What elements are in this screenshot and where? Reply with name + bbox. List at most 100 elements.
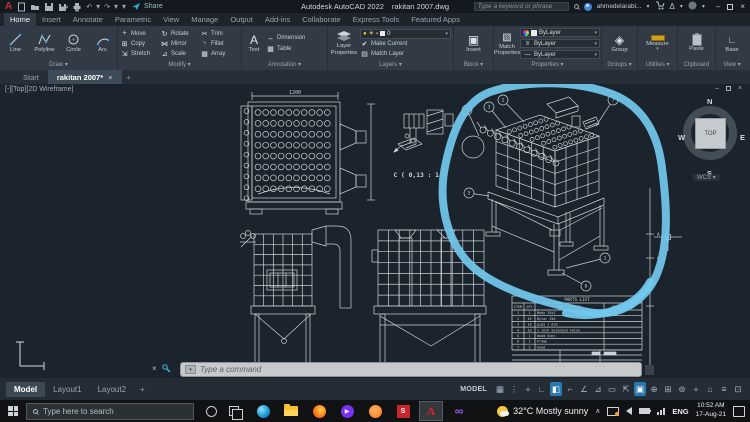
new-file-icon[interactable] <box>17 2 26 12</box>
user-dropdown-icon[interactable]: ▾ <box>646 3 649 10</box>
status-toggle-10[interactable]: ▣ <box>634 382 646 396</box>
viewport-controls-label[interactable]: [-][Top][2D Wireframe] <box>5 86 73 93</box>
taskbar-app-visual-studio[interactable]: ∞ <box>447 401 471 421</box>
status-toggle-4[interactable]: ◧ <box>550 382 562 396</box>
panel-label-block[interactable]: Block ▾ <box>454 61 493 70</box>
layer-select[interactable]: ● ☀ ▪ 0 ▾ <box>360 28 451 39</box>
doc-minimize-icon[interactable]: – <box>715 85 719 92</box>
ribbon-tab-manage[interactable]: Manage <box>185 13 224 26</box>
status-toggle-9[interactable]: ⇱ <box>620 382 632 396</box>
customize-wrench-icon[interactable] <box>161 364 171 373</box>
status-toggle-11[interactable]: ⊕ <box>648 382 660 396</box>
panel-label-utilities[interactable]: Utilities ▾ <box>638 61 677 70</box>
paste-tool[interactable]: Paste <box>682 33 712 52</box>
tab-model[interactable]: Model <box>6 381 46 397</box>
taskbar-app-explorer[interactable] <box>279 401 303 421</box>
taskbar-app-store[interactable]: S <box>391 401 415 421</box>
redo-icon[interactable]: ↷ <box>104 3 110 11</box>
action-center-icon[interactable] <box>733 405 745 417</box>
taskbar-search-input[interactable]: Type here to search <box>26 402 194 420</box>
tab-layout1[interactable]: Layout1 <box>45 382 89 397</box>
qat-customize-icon[interactable]: ▾ <box>122 2 126 11</box>
copy-tool[interactable]: ⊞ Copy <box>120 39 160 49</box>
user-name[interactable]: ahmedelarabi... <box>597 3 642 10</box>
ribbon-tab-featured-apps[interactable]: Featured Apps <box>405 13 466 26</box>
compass-east[interactable]: E <box>740 133 745 142</box>
account-dropdown-icon[interactable]: ▾ <box>680 3 683 10</box>
measure-tool[interactable]: Measure ▾ <box>641 34 675 53</box>
status-toggle-15[interactable]: ⌂ <box>704 382 716 396</box>
volume-icon[interactable] <box>626 407 633 415</box>
panel-label-clipboard[interactable]: Clipboard <box>678 61 715 70</box>
status-toggle-2[interactable]: + <box>522 382 534 396</box>
circle-tool[interactable]: Circle <box>60 33 87 53</box>
lineweight-select[interactable]: ≡ ByLayer ▾ <box>520 39 600 48</box>
ribbon-tab-add-ins[interactable]: Add-ins <box>259 13 296 26</box>
status-toggle-13[interactable]: ⊛ <box>676 382 688 396</box>
save-as-icon[interactable] <box>58 2 69 12</box>
panel-label-annotation[interactable]: Annotation ▾ <box>242 61 327 70</box>
insert-block-tool[interactable]: ▣ Insert <box>459 33 489 53</box>
status-toggle-3[interactable]: ∟ <box>536 382 548 396</box>
ribbon-tab-view[interactable]: View <box>157 13 185 26</box>
base-view-tool[interactable]: ∟ Base <box>718 34 746 53</box>
cortana-icon[interactable] <box>206 405 217 417</box>
panel-label-properties[interactable]: Properties ▾ <box>494 61 601 70</box>
dimension-tool[interactable]: ↔ Dimension <box>266 33 305 43</box>
tab-layout2[interactable]: Layout2 <box>90 382 134 397</box>
start-button[interactable] <box>0 400 26 422</box>
status-toggle-12[interactable]: ⊞ <box>662 382 674 396</box>
panel-label-view[interactable]: View ▾ <box>716 61 748 70</box>
undo-icon[interactable]: ↶ <box>86 3 92 11</box>
compass-north[interactable]: N <box>707 97 712 106</box>
app-store-cart-icon[interactable] <box>655 1 665 12</box>
cad-drawing[interactable]: PARTS LISTITEM QTY PART NUMBER DESCRIPTION1… <box>0 84 750 378</box>
autodesk-account-icon[interactable]: Δ <box>670 2 675 11</box>
close-command-icon[interactable]: × <box>152 364 157 373</box>
panel-label-groups[interactable]: Groups ▾ <box>602 61 637 70</box>
share-button[interactable]: Share <box>131 2 163 11</box>
redo-dropdown-icon[interactable]: ▾ <box>114 2 118 11</box>
layer-properties-tool[interactable]: Layer Properties <box>330 31 358 56</box>
ribbon-tab-collaborate[interactable]: Collaborate <box>296 13 346 26</box>
line-tool[interactable]: Line <box>2 33 29 53</box>
polyline-tool[interactable]: Polyline <box>31 33 58 53</box>
ribbon-tab-annotate[interactable]: Annotate <box>67 13 109 26</box>
wcs-dropdown[interactable]: WCS ▾ <box>693 174 720 181</box>
new-tab-button[interactable]: + <box>122 71 136 84</box>
ribbon-tab-express-tools[interactable]: Express Tools <box>347 13 406 26</box>
search-icon[interactable] <box>573 4 579 9</box>
status-toggle-1[interactable]: ⋮ <box>508 382 520 396</box>
match-layer-button[interactable]: ▤ Match Layer <box>360 50 451 59</box>
fillet-tool[interactable]: ◝ Fillet <box>200 39 240 49</box>
object-color-select[interactable]: ByLayer ▾ <box>520 28 600 37</box>
status-toggle-8[interactable]: ▭ <box>606 382 618 396</box>
trim-tool[interactable]: ✂ Trim <box>200 29 240 39</box>
network-icon[interactable] <box>657 407 666 415</box>
ribbon-tab-home[interactable]: Home <box>4 13 37 26</box>
undo-dropdown-icon[interactable]: ▾ <box>96 2 100 11</box>
file-tab-document[interactable]: rakitan 2007* × <box>47 70 122 84</box>
panel-label-layers[interactable]: Layers ▾ <box>328 61 453 70</box>
hidden-icons-chevron[interactable]: ∧ <box>595 407 600 415</box>
restore-button[interactable] <box>727 3 734 10</box>
help-search-input[interactable]: Type a keyword or phrase <box>473 2 569 11</box>
display-tray-icon[interactable] <box>607 406 620 416</box>
status-toggle-0[interactable]: ▦ <box>494 382 506 396</box>
taskbar-app-media[interactable]: ▶ <box>335 401 359 421</box>
make-current-button[interactable]: ✔ Make Current <box>360 40 451 49</box>
taskbar-app-cloud[interactable] <box>363 401 387 421</box>
array-tool[interactable]: ▦ Array <box>200 49 240 59</box>
panel-label-modify[interactable]: Modify ▾ <box>118 61 241 70</box>
plot-icon[interactable] <box>72 2 82 12</box>
ribbon-tab-parametric[interactable]: Parametric <box>109 13 157 26</box>
rotate-tool[interactable]: ↻ Rotate <box>160 29 200 39</box>
arc-tool[interactable]: Arc <box>89 33 116 53</box>
ribbon-tab-insert[interactable]: Insert <box>36 13 67 26</box>
status-toggle-16[interactable]: ≡ <box>718 382 730 396</box>
taskbar-app-firefox[interactable] <box>307 401 331 421</box>
text-tool[interactable]: A Text <box>244 33 264 53</box>
drawing-canvas[interactable]: PARTS LIST ITEM QTY PART NUMBER DESCRIPTION 1… <box>0 84 750 378</box>
doc-close-icon[interactable]: × <box>738 85 742 92</box>
model-space-indicator[interactable]: MODEL <box>460 386 487 393</box>
